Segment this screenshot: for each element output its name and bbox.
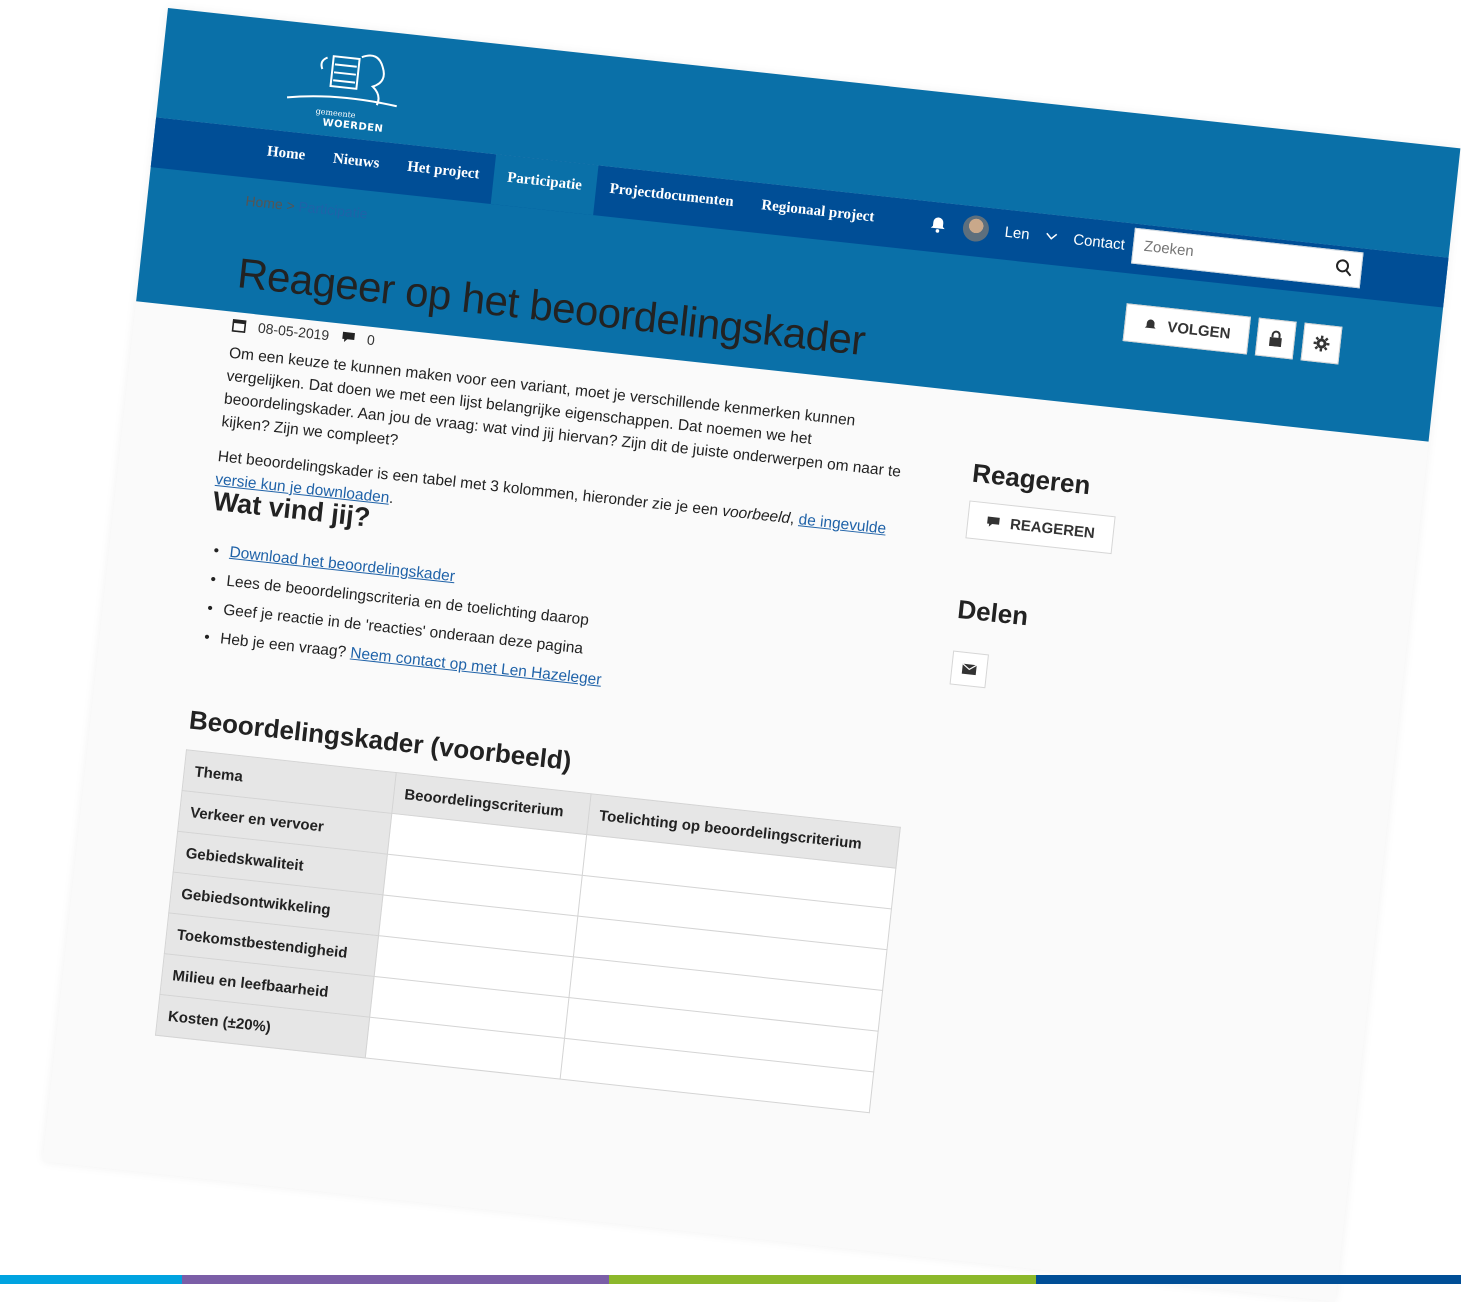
- envelope-icon: [961, 663, 978, 676]
- footer-segment-navy: [1036, 1275, 1461, 1284]
- reageren-button[interactable]: REAGEREN: [965, 500, 1116, 555]
- lock-icon: [1269, 330, 1283, 348]
- chevron-down-icon[interactable]: [1045, 232, 1058, 241]
- footer-color-bar: [0, 1275, 1461, 1284]
- nav-home[interactable]: Home: [250, 128, 321, 185]
- breadcrumb-separator: >: [285, 197, 296, 214]
- bell-icon[interactable]: [928, 215, 948, 235]
- settings-button[interactable]: [1300, 322, 1343, 365]
- reageren-label: REAGEREN: [1009, 515, 1096, 542]
- woerden-logo[interactable]: gemeente WOERDEN: [274, 39, 403, 141]
- contact-link[interactable]: Contact: [1072, 231, 1125, 253]
- calendar-icon: [231, 319, 247, 334]
- post-date: 08-05-2019: [257, 319, 331, 344]
- delen-heading: Delen: [956, 593, 1030, 632]
- follow-label: VOLGEN: [1166, 318, 1232, 343]
- share-email-button[interactable]: [949, 650, 989, 689]
- avatar[interactable]: [961, 214, 991, 243]
- beoordelingskader-table: Thema Beoordelingscriterium Toelichting …: [155, 749, 901, 1113]
- voorbeeld-em: voorbeeld: [721, 502, 791, 528]
- user-name[interactable]: Len: [1004, 223, 1031, 243]
- footer-segment-green: [609, 1275, 1036, 1284]
- download-suffix: .: [388, 489, 395, 508]
- reageren-heading: Reageren: [970, 457, 1092, 501]
- nav-nieuws[interactable]: Nieuws: [316, 135, 396, 193]
- search-icon[interactable]: [1334, 258, 1354, 278]
- bell-icon: [1144, 319, 1156, 329]
- intro-text: Om een keuze te kunnen maken voor een va…: [213, 342, 926, 579]
- action-list: Download het beoordelingskader Lees de b…: [197, 536, 613, 695]
- nav-het-project[interactable]: Het project: [390, 143, 495, 204]
- footer-segment-blue: [0, 1275, 182, 1284]
- footer-segment-purple: [182, 1275, 609, 1284]
- sidebar: Reageren REAGEREN Delen: [949, 457, 1121, 701]
- page-screenshot: gemeente WOERDEN Home Nieuws Het project…: [42, 8, 1461, 1302]
- lock-button[interactable]: [1255, 317, 1298, 360]
- comment-count: 0: [366, 331, 376, 349]
- gear-icon: [1313, 335, 1330, 352]
- comment-icon: [341, 331, 355, 342]
- brand-name: WOERDEN: [321, 117, 384, 135]
- comment-icon: [987, 516, 1000, 527]
